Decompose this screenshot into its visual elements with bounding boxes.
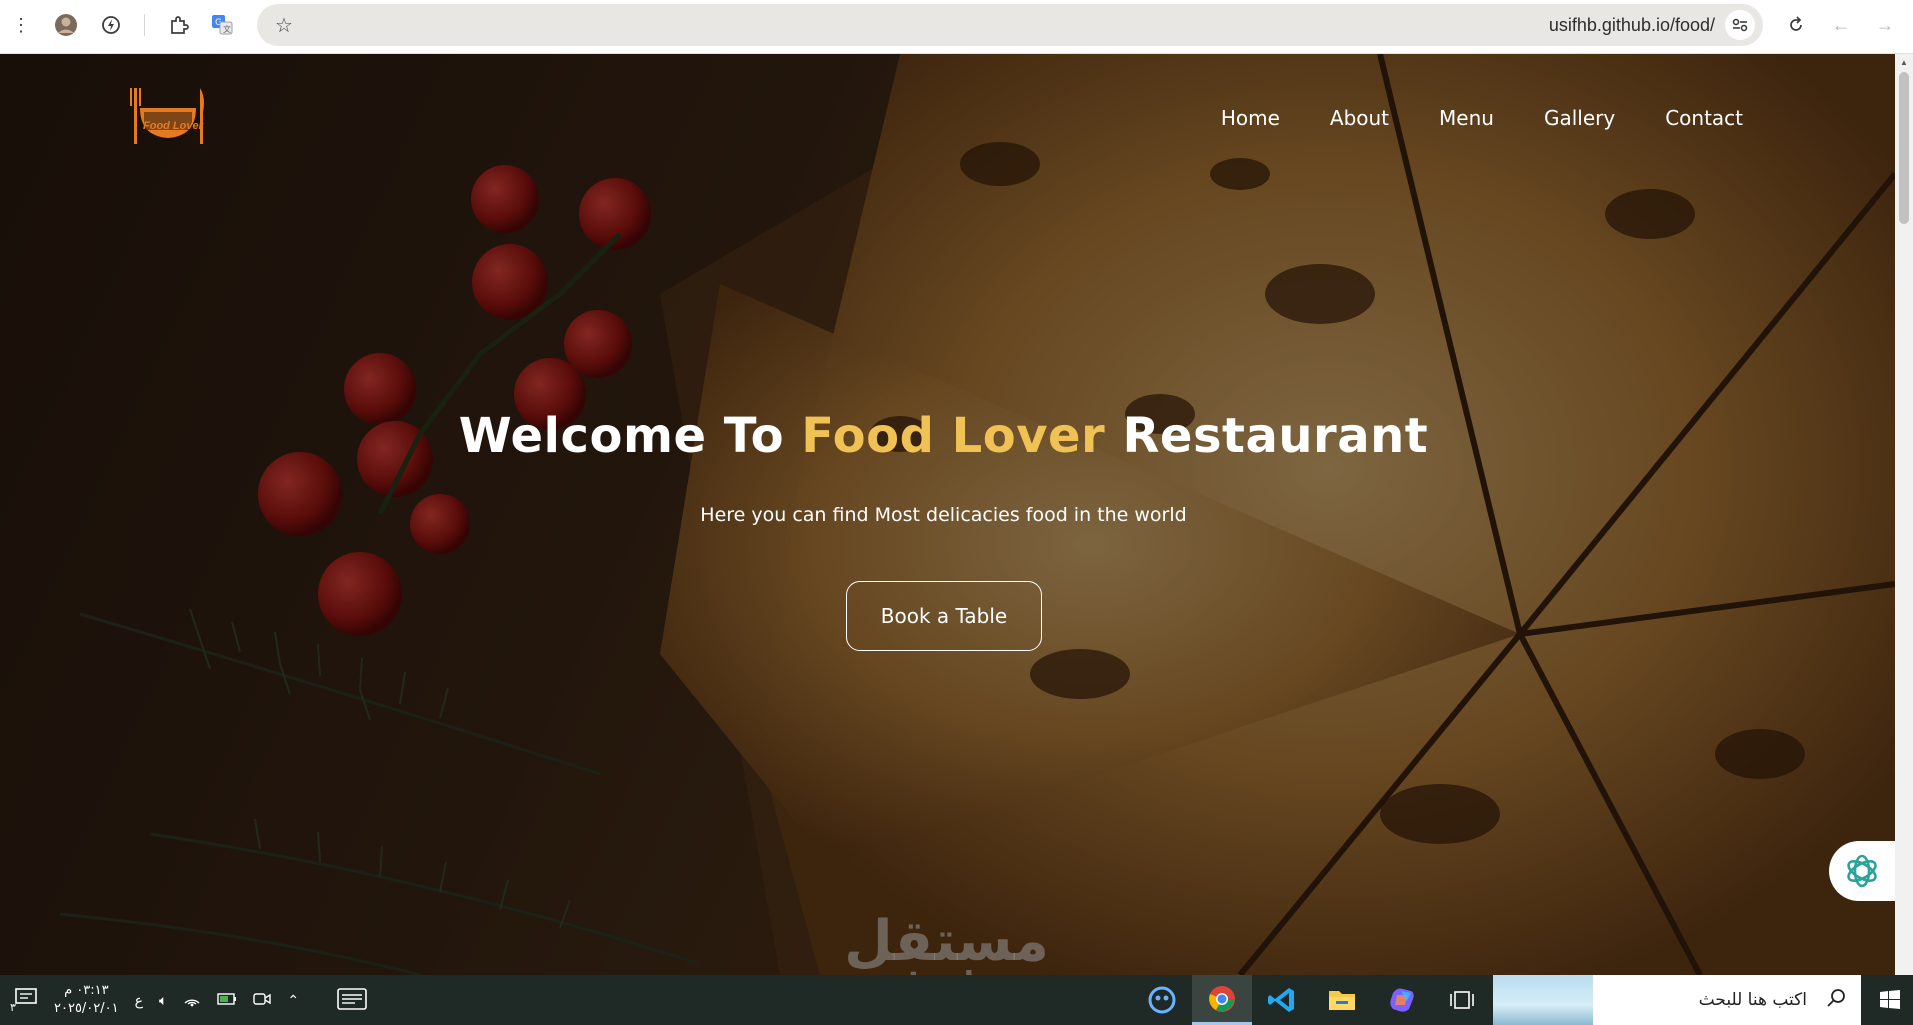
nav-contact[interactable]: Contact	[1665, 106, 1743, 130]
forward-icon[interactable]: →	[1872, 12, 1898, 38]
hero-title-prefix: Welcome To	[458, 408, 802, 464]
clock[interactable]: ٠٣:١٣ م ٢٠٢٥/٠٢/٠١	[54, 982, 119, 1018]
bookmark-star-icon[interactable]: ☆	[275, 13, 293, 38]
nav-gallery[interactable]: Gallery	[1544, 106, 1615, 130]
main-navigation: Home About Menu Gallery Contact	[1221, 106, 1743, 130]
back-icon[interactable]: ←	[1828, 12, 1854, 38]
page-scrollbar[interactable]: ▲	[1895, 54, 1913, 975]
battery-icon[interactable]	[217, 992, 237, 1009]
ai-assistant-icon	[1847, 854, 1877, 888]
taskbar-search-box[interactable]: اكتب هنا للبحث	[1493, 975, 1861, 1025]
notification-center-icon[interactable]: ٣	[10, 987, 38, 1014]
performance-icon[interactable]	[98, 12, 124, 38]
hero-subtitle: Here you can find Most delicacies food i…	[700, 504, 1187, 526]
webpage-viewport: Food Lover Home About Menu Gallery Conta…	[0, 54, 1895, 975]
browser-toolbar: ⋮ G文 ☆ usifhb.github.io/food/ ← →	[0, 0, 1913, 54]
volume-icon[interactable]: 🔈︎	[159, 992, 167, 1009]
url-text[interactable]: usifhb.github.io/food/	[1549, 15, 1715, 36]
search-placeholder: اكتب هنا للبحث	[1698, 990, 1807, 1010]
news-widget-icon[interactable]	[337, 987, 367, 1013]
clock-time: ٠٣:١٣ م	[64, 983, 109, 998]
svg-text:文: 文	[223, 24, 231, 34]
google-translate-icon[interactable]: G文	[209, 12, 235, 38]
hero-title-accent: Food Lover	[801, 408, 1106, 464]
vscode-app-icon[interactable]	[1252, 975, 1312, 1025]
show-hidden-icons-chevron-icon[interactable]: ⌃	[287, 992, 299, 1009]
site-settings-icon[interactable]	[1725, 10, 1755, 40]
search-icon	[1825, 987, 1847, 1014]
book-table-button[interactable]: Book a Table	[846, 581, 1042, 651]
reload-icon[interactable]	[1783, 12, 1809, 38]
copilot-app-icon[interactable]	[1132, 975, 1192, 1025]
nav-home[interactable]: Home	[1221, 106, 1280, 130]
wifi-icon[interactable]	[183, 991, 201, 1010]
scroll-up-arrow-icon[interactable]: ▲	[1900, 58, 1908, 67]
search-highlight-image	[1493, 975, 1593, 1025]
mostaql-watermark: مستقل mostaql.com	[838, 909, 1055, 976]
windows-logo-icon	[1879, 990, 1900, 1009]
logo-text: Food Lover	[143, 120, 203, 132]
language-indicator[interactable]: ع	[135, 992, 143, 1009]
clock-date: ٢٠٢٥/٠٢/٠١	[54, 1001, 119, 1016]
menu-dots-icon[interactable]: ⋮	[8, 12, 34, 38]
scrollbar-thumb[interactable]	[1899, 72, 1909, 224]
file-explorer-app-icon[interactable]	[1312, 975, 1372, 1025]
profile-avatar-icon[interactable]	[53, 12, 79, 38]
copilot-color-app-icon[interactable]	[1372, 975, 1432, 1025]
toolbar-divider	[144, 14, 145, 36]
nav-menu[interactable]: Menu	[1439, 106, 1494, 130]
extensions-icon[interactable]	[166, 12, 192, 38]
system-tray: ٣ ٠٣:١٣ م ٢٠٢٥/٠٢/٠١ ع 🔈︎ ⌃	[10, 975, 367, 1025]
restaurant-logo-icon[interactable]	[130, 86, 206, 146]
windows-start-button[interactable]	[1866, 975, 1913, 1025]
nav-about[interactable]: About	[1330, 106, 1389, 130]
hero-title: Welcome To Food Lover Restaurant	[0, 408, 1887, 464]
notification-count: ٣	[10, 1001, 16, 1014]
task-view-icon[interactable]	[1432, 975, 1492, 1025]
windows-taskbar: ٣ ٠٣:١٣ م ٢٠٢٥/٠٢/٠١ ع 🔈︎ ⌃ اكتب هنا للب…	[0, 975, 1913, 1025]
watermark-latin: mostaql.com	[838, 966, 1055, 975]
hero-title-suffix: Restaurant	[1105, 408, 1429, 464]
taskbar-apps	[1132, 975, 1492, 1025]
meet-now-icon[interactable]	[253, 991, 272, 1010]
watermark-arabic: مستقل	[844, 909, 1049, 974]
chrome-app-icon[interactable]	[1192, 975, 1252, 1025]
ai-assistant-button[interactable]	[1829, 841, 1895, 901]
address-bar[interactable]: ☆ usifhb.github.io/food/	[257, 4, 1763, 46]
